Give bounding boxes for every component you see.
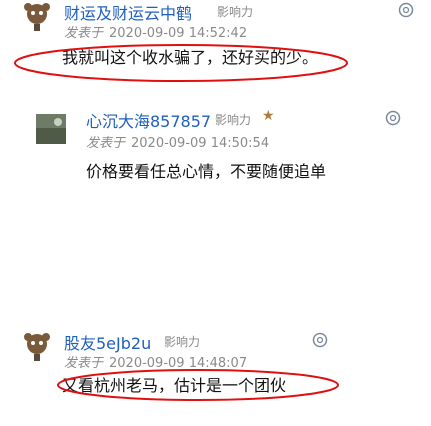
influence-label: 影响力 [164, 335, 201, 349]
comment-text: 价格要看任总心情，不要随便追单 [86, 162, 327, 181]
animal-avatar-icon[interactable] [22, 332, 52, 362]
username[interactable]: 股友5eJb2u [64, 330, 151, 354]
meta-label: 发表于 [64, 26, 104, 41]
comment-meta: 发表于 2020-09-09 14:52:42 [64, 22, 247, 41]
influence-label: 影响力 [215, 113, 252, 127]
comment-item: 心沉大海857857 影响力 ★ 发表于 2020-09-09 14:50:54 … [0, 108, 431, 198]
comment-item: 股友5eJb2u 影响力 发表于 2020-09-09 14:48:07 又看杭州… [0, 330, 431, 426]
comment-meta: 发表于 2020-09-09 14:50:54 [86, 132, 269, 151]
comment-text: 我就叫这个收水骗了，还好买的少。 [62, 48, 319, 67]
timestamp: 2020-09-09 14:48:07 [109, 356, 248, 371]
comment-meta: 发表于 2020-09-09 14:48:07 [64, 352, 247, 371]
comment-text: 又看杭州老马，估计是一个团伙 [62, 376, 287, 395]
reply-icon[interactable] [385, 110, 401, 126]
animal-avatar-icon[interactable] [22, 2, 52, 32]
meta-label: 发表于 [86, 136, 126, 151]
meta-label: 发表于 [64, 356, 104, 371]
timestamp: 2020-09-09 14:52:42 [109, 26, 248, 41]
photo-avatar-icon[interactable] [36, 114, 66, 144]
timestamp: 2020-09-09 14:50:54 [131, 136, 270, 151]
username[interactable]: 心沉大海857857 [86, 108, 211, 132]
comment-item: 财运及财运云中鹤 影响力 发表于 2020-09-09 14:52:42 我就叫这… [0, 0, 431, 90]
influence-label: 影响力 [217, 5, 254, 19]
reply-icon[interactable] [312, 332, 328, 348]
star-icon: ★ [262, 108, 275, 124]
reply-icon[interactable] [398, 2, 414, 18]
username[interactable]: 财运及财运云中鹤 [64, 0, 192, 24]
